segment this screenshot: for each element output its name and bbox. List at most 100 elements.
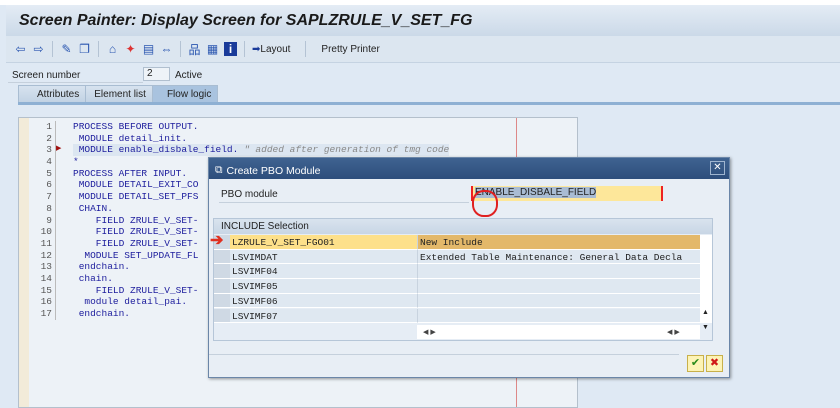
hierarchy-icon[interactable]: 品 <box>188 41 201 58</box>
include-name: LSVIMF07 <box>230 308 418 324</box>
code-text: FIELD ZRULE_V_SET- <box>73 226 199 238</box>
screen-number-field[interactable]: 2 <box>143 67 170 81</box>
separator <box>52 41 53 57</box>
code-text: endchain. <box>73 308 130 320</box>
line-number: 1 <box>31 121 56 133</box>
row-selector[interactable] <box>214 249 230 265</box>
include-description <box>418 279 700 294</box>
check-icon[interactable]: ⌂ <box>106 42 119 56</box>
row-selector[interactable] <box>214 279 230 294</box>
line-number: 3 <box>31 144 56 157</box>
code-statement: * <box>73 156 79 168</box>
window-title: Screen Painter: Display Screen for SAPLZ… <box>6 5 840 36</box>
dialog-icon: ⧉ <box>215 164 223 176</box>
code-statement: PROCESS BEFORE OUTPUT. <box>73 121 199 132</box>
code-statement: CHAIN. <box>73 202 113 214</box>
code-text: FIELD ZRULE_V_SET- <box>73 214 199 227</box>
scroll-down-icon[interactable]: ▼ <box>702 324 709 331</box>
include-row[interactable]: LSVIMF04 <box>214 264 700 280</box>
include-name: LZRULE_V_SET_FGO01 <box>230 235 418 250</box>
row-selector[interactable] <box>214 308 230 324</box>
row-selector[interactable] <box>214 264 230 280</box>
pretty-printer-button[interactable]: Pretty Printer <box>321 44 379 55</box>
scroll-left-icon[interactable]: ◀ ▶ <box>423 328 436 336</box>
separator <box>244 41 245 57</box>
code-statement: MODULE enable_disbale_field. <box>73 144 239 156</box>
code-line: 2 MODULE detail_init. <box>31 132 449 145</box>
include-row[interactable]: LSVIMF07 <box>214 308 700 324</box>
code-text: MODULE DETAIL_SET_PFS <box>73 191 199 203</box>
display-change-icon[interactable]: ✎ <box>60 42 73 56</box>
other-object-icon[interactable]: ❐ <box>78 42 91 56</box>
cancel-button[interactable]: ✖ <box>706 355 723 372</box>
include-row[interactable]: LSVIMF06 <box>214 293 700 309</box>
code-statement: endchain. <box>73 261 131 273</box>
code-text: CHAIN. <box>73 203 113 215</box>
tab-flow-logic[interactable]: Flow logic <box>151 85 219 102</box>
line-number: 16 <box>31 296 56 308</box>
code-statement: chain. <box>73 272 113 284</box>
confirm-button[interactable]: ✔ <box>687 355 704 372</box>
dialog-buttons: ✔ ✖ <box>687 355 723 372</box>
tab-element-list[interactable]: Element list <box>85 85 153 102</box>
forward-icon[interactable]: ⇨ <box>32 42 45 56</box>
line-number: 8 <box>31 202 56 215</box>
code-text: chain. <box>73 273 113 285</box>
info-icon[interactable]: i <box>224 42 237 56</box>
annotation-circle <box>472 190 498 217</box>
vertical-scrollbar[interactable]: ▲ ▼ <box>700 235 712 331</box>
code-line: 3 MODULE enable_disbale_field. " added a… <box>31 144 450 157</box>
line-number: 12 <box>31 249 56 262</box>
code-text: * <box>73 156 79 168</box>
annotation-arrow-icon: ➔ <box>210 232 224 249</box>
toolbar: ⇦ ⇨ ✎ ❐ ⌂ ✦ ▤ ⇔ 品 ▦ i ➡Layout Pretty Pri… <box>6 36 840 63</box>
breakpoint-marker-icon: ▶ <box>56 145 62 152</box>
scroll-up-icon[interactable]: ▲ <box>702 309 709 316</box>
close-icon[interactable]: ✕ <box>710 161 725 175</box>
code-statement: MODULE detail_init. <box>73 132 188 144</box>
test-icon[interactable]: ▤ <box>142 42 155 56</box>
dialog-title: Create PBO Module <box>226 164 321 177</box>
where-used-icon[interactable]: ⇔ <box>160 42 173 56</box>
divider <box>8 82 143 83</box>
tab-underline <box>18 102 840 105</box>
line-number: 17 <box>31 308 56 320</box>
line-number: 11 <box>31 237 56 250</box>
pbo-module-input[interactable]: ENABLE_DISBALE_FIELD <box>471 186 663 201</box>
divider <box>219 202 469 203</box>
include-description <box>418 264 700 280</box>
include-selection-header: INCLUDE Selection <box>214 219 712 234</box>
include-name: LSVIMDAT <box>230 249 418 265</box>
line-number: 13 <box>31 261 56 273</box>
include-description <box>418 308 700 324</box>
code-text: module detail_pai. <box>73 296 187 308</box>
separator <box>305 41 307 57</box>
code-statement: FIELD ZRULE_V_SET- <box>73 284 199 296</box>
include-row[interactable]: LSVIMDAT Extended Table Maintenance: Gene… <box>214 249 700 265</box>
include-row[interactable]: LSVIMF05 <box>214 279 700 294</box>
editor-gutter <box>19 118 29 407</box>
line-number: 7 <box>31 191 56 203</box>
horizontal-scrollbar[interactable]: ◀ ▶ ◀ ▶ <box>417 325 700 339</box>
include-selection-table: INCLUDE Selection LZRULE_V_SET_FGO01 New … <box>213 218 713 341</box>
code-text: FIELD ZRULE_V_SET- <box>73 284 199 297</box>
divider <box>209 354 679 355</box>
code-statement: MODULE DETAIL_SET_PFS <box>73 191 199 203</box>
code-text: FIELD ZRULE_V_SET- <box>73 238 199 250</box>
include-row[interactable]: LZRULE_V_SET_FGO01 New Include <box>214 235 700 250</box>
scroll-right-icon[interactable]: ◀ ▶ <box>667 328 680 336</box>
tab-attributes[interactable]: Attributes <box>18 85 87 102</box>
layout-button[interactable]: ➡Layout <box>252 44 290 55</box>
line-number: 15 <box>31 284 56 297</box>
separator <box>98 41 99 57</box>
line-number: 14 <box>31 272 56 285</box>
code-statement: FIELD ZRULE_V_SET- <box>73 214 199 226</box>
line-number: 10 <box>31 226 56 238</box>
include-description: New Include <box>418 235 700 250</box>
code-text: PROCESS BEFORE OUTPUT. <box>73 121 198 133</box>
print-icon[interactable]: ▦ <box>206 42 219 56</box>
row-selector[interactable] <box>214 293 230 309</box>
activate-icon[interactable]: ✦ <box>124 42 137 56</box>
screen-status: Active <box>175 70 203 81</box>
back-icon[interactable]: ⇦ <box>14 42 27 56</box>
